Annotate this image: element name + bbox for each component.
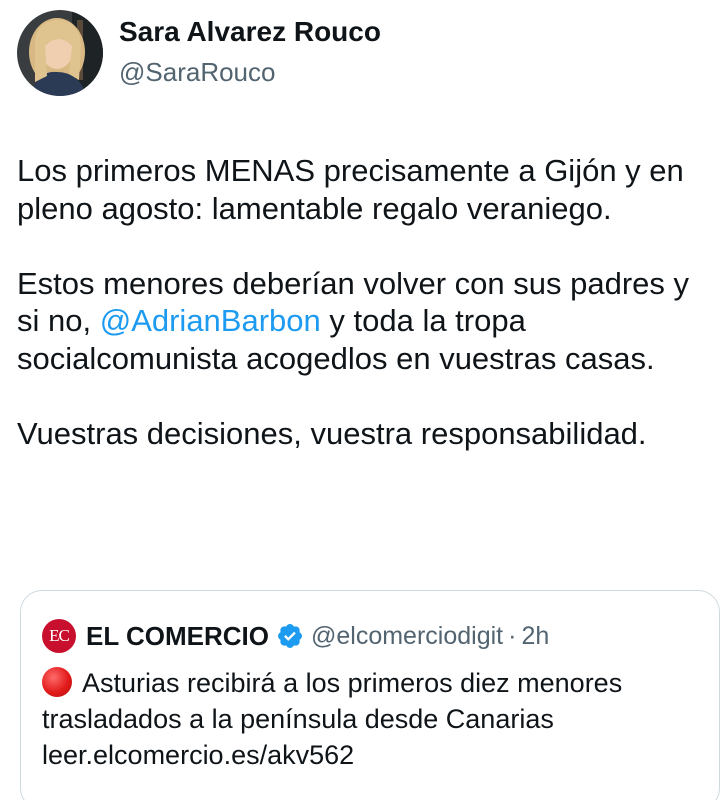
quoted-author-name[interactable]: EL COMERCIO (86, 621, 269, 652)
tweet-paragraph-3: Vuestras decisiones, vuestra responsabil… (17, 415, 647, 451)
separator-dot: · (508, 621, 517, 650)
tweet-paragraph-2: Estos menores deberían volver con sus pa… (17, 265, 717, 378)
quoted-tweet-header: EC EL COMERCIO @elcomerciodigit · 2h (42, 619, 549, 653)
quoted-tweet-text: Asturias recibirá a los primeros diez me… (42, 665, 712, 773)
tweet-paragraph-1: Los primeros MENAS precisamente a Gijón … (17, 153, 684, 226)
verified-badge-icon (278, 624, 302, 648)
quoted-link[interactable]: leer.elcomercio.es/akv562 (42, 737, 712, 773)
mention-link[interactable]: @AdrianBarbon (100, 303, 321, 338)
quoted-tweet-card[interactable]: EC EL COMERCIO @elcomerciodigit · 2h Ast… (20, 590, 720, 800)
author-handle[interactable]: @SaraRouco (119, 57, 275, 88)
quoted-text-line-1-text: Asturias recibirá a los primeros diez me… (82, 668, 623, 698)
quoted-timestamp[interactable]: 2h (521, 622, 549, 651)
quoted-text-line-1: Asturias recibirá a los primeros diez me… (42, 665, 712, 701)
author-display-name[interactable]: Sara Alvarez Rouco (119, 16, 381, 48)
author-avatar[interactable] (17, 10, 103, 96)
red-circle-icon (42, 667, 72, 697)
tweet-text: Los primeros MENAS precisamente a Gijón … (17, 152, 717, 452)
quoted-text-line-2: trasladados a la península desde Canaria… (42, 704, 554, 734)
tweet-page: Sara Alvarez Rouco @SaraRouco Los primer… (0, 0, 723, 800)
quoted-author-handle[interactable]: @elcomerciodigit (311, 622, 503, 651)
avatar-photo-icon (17, 10, 103, 96)
el-comercio-logo-icon[interactable]: EC (42, 619, 76, 653)
